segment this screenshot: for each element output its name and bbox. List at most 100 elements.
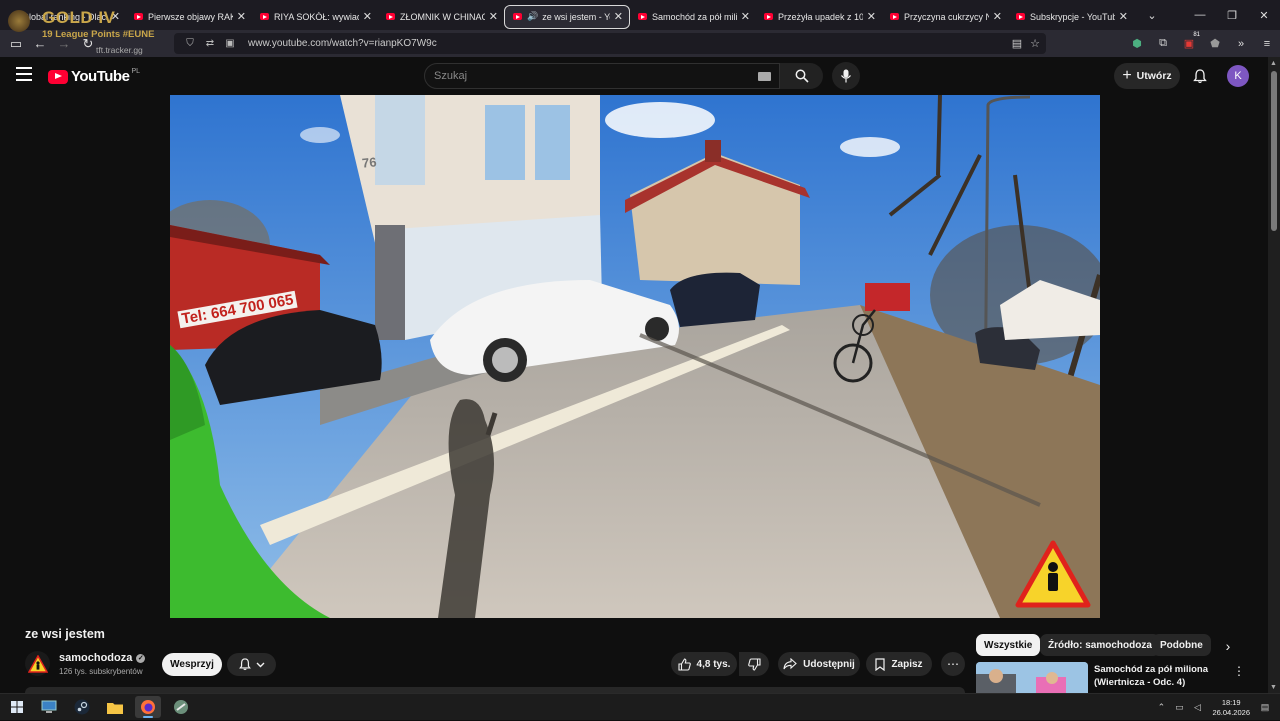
clock[interactable]: 18:19 26.04.2026 (1212, 698, 1250, 718)
forward-arrow-icon[interactable]: → (52, 32, 76, 56)
scroll-down-icon[interactable]: ▼ (1270, 684, 1277, 691)
os-taskbar: ⌃ ▭ ◁ 18:19 26.04.2026 ▤ (0, 693, 1280, 720)
permissions-icon[interactable]: ⇄ (202, 38, 218, 49)
overflow-chevron-icon[interactable]: » (1228, 30, 1254, 57)
tab-close-icon[interactable]: ✕ (867, 10, 876, 23)
video-player[interactable]: Tel: 664 700 065 76 (170, 95, 1100, 618)
verified-check-icon: ✓ (136, 653, 146, 663)
bookmark-star-icon[interactable]: ☆ (1030, 37, 1040, 50)
chevron-right-icon[interactable]: › (1219, 637, 1237, 655)
start-button-icon[interactable] (4, 696, 30, 718)
chip-all[interactable]: Wszystkie (976, 634, 1041, 656)
thumbs-up-icon (677, 657, 691, 671)
tab-close-icon[interactable]: ✕ (489, 10, 498, 23)
account-avatar[interactable]: K (1227, 65, 1249, 87)
tab-close-icon[interactable]: ✕ (111, 10, 120, 23)
subscription-notifications-button[interactable] (227, 653, 276, 676)
tab-title: RIYA SOKÓŁ: wywiad, pie (274, 11, 359, 22)
browser-tab[interactable]: Global ranking - Dlaczeg ✕ (0, 5, 126, 29)
hamburger-menu-icon[interactable] (16, 67, 32, 81)
recommendation-thumbnail[interactable] (976, 662, 1088, 693)
app-menu-icon[interactable]: ≡ (1254, 30, 1280, 57)
extensions-puzzle-icon[interactable]: ⧉ (1150, 30, 1176, 57)
minimize-icon[interactable]: — (1184, 0, 1216, 30)
search-placeholder: Szukaj (434, 70, 468, 82)
speaker-icon[interactable]: 🔊 (527, 11, 538, 22)
sidebar-toggle-icon[interactable]: ▭ (4, 32, 28, 56)
recommendation-title[interactable]: Samochód za pół miliona (Wiertnicza - Od… (1094, 663, 1226, 689)
microphone-icon (841, 69, 851, 83)
tab-close-icon[interactable]: ✕ (741, 10, 750, 23)
page-scrollbar[interactable]: ▲ ▼ (1268, 57, 1280, 693)
restore-icon[interactable]: ❐ (1216, 0, 1248, 30)
thumbs-down-icon (747, 657, 761, 671)
firefox-app-icon[interactable] (135, 696, 161, 718)
search-input[interactable]: Szukaj (424, 63, 780, 89)
reader-view-icon[interactable]: ▤ (1012, 37, 1022, 50)
tab-close-icon[interactable]: ✕ (614, 10, 623, 23)
game-app-icon[interactable] (168, 696, 194, 718)
channel-name-row[interactable]: samochodoza ✓ (59, 652, 146, 664)
extension-shield-icon[interactable]: ⬢ (1124, 30, 1150, 57)
browser-tab[interactable]: Przyczyna cukrzycy NR1. ✕ (882, 5, 1008, 29)
youtube-wordmark: YouTube (71, 68, 130, 85)
volume-icon[interactable]: ◁ (1190, 702, 1204, 713)
url-text[interactable]: www.youtube.com/watch?v=rianpKO7W9c (248, 38, 437, 49)
scrollbar-thumb[interactable] (1271, 71, 1277, 231)
privacy-badger-icon[interactable]: ⬟ (1202, 30, 1228, 57)
browser-tab[interactable]: Przeżyła upadek z 10 000 ✕ (756, 5, 882, 29)
tray-overflow-chevron-icon[interactable]: ⌃ (1154, 702, 1168, 713)
browser-tab[interactable]: Pierwsze objawy RAKA P ✕ (126, 5, 252, 29)
save-button[interactable]: Zapisz (866, 652, 932, 676)
url-bar[interactable]: ⛉ ⇄ ▣ www.youtube.com/watch?v=rianpKO7W9… (174, 33, 1046, 54)
warning-triangle-icon (27, 654, 48, 673)
computer-app-icon[interactable] (36, 696, 62, 718)
youtube-favicon-icon (513, 13, 522, 20)
search-button[interactable] (780, 63, 823, 89)
camera-blocked-icon[interactable]: ▣ (222, 38, 238, 49)
chip-source[interactable]: Źródło: samochodoza (1040, 634, 1160, 656)
share-button[interactable]: Udostępnij (778, 652, 860, 676)
youtube-favicon-icon (764, 13, 773, 20)
recommendation-menu-icon[interactable]: ⋮ (1233, 664, 1245, 678)
steam-app-icon[interactable] (69, 696, 95, 718)
file-explorer-icon[interactable] (102, 696, 128, 718)
channel-avatar[interactable] (25, 651, 50, 676)
voice-search-button[interactable] (832, 62, 860, 90)
reload-icon[interactable]: ↻ (76, 32, 100, 56)
extension-badge-icon[interactable]: ▣ 81 (1176, 30, 1202, 57)
network-icon[interactable]: ▭ (1172, 702, 1186, 713)
browser-tab[interactable]: ZŁOMNIK W CHINACH # ✕ (378, 5, 504, 29)
clock-time: 18:19 (1221, 697, 1241, 707)
keyboard-icon[interactable] (758, 72, 771, 81)
browser-tab[interactable]: RIYA SOKÓŁ: wywiad, pie ✕ (252, 5, 378, 29)
more-actions-icon[interactable]: ⋯ (941, 652, 965, 676)
notifications-bell-icon[interactable] (1190, 66, 1210, 86)
save-label: Zapisz (891, 658, 923, 670)
youtube-logo[interactable]: YouTube PL (48, 68, 140, 85)
browser-tab-active[interactable]: 🔊 ze wsi jestem - YouTu ✕ (504, 4, 630, 29)
chevron-down-icon (256, 662, 264, 667)
tab-close-icon[interactable]: ✕ (237, 10, 246, 23)
support-button[interactable]: Wesprzyj (162, 653, 222, 676)
tab-close-icon[interactable]: ✕ (363, 10, 372, 23)
chip-related[interactable]: Podobne (1152, 634, 1211, 656)
tab-list-chevron-icon[interactable]: ⌄ (1142, 9, 1162, 22)
tab-title: ze wsi jestem - YouTu (542, 11, 610, 22)
channel-name[interactable]: samochodoza (59, 652, 132, 664)
browser-tab[interactable]: Subskrypcje - YouTube ✕ (1008, 5, 1134, 29)
scroll-up-icon[interactable]: ▲ (1270, 60, 1277, 67)
like-button[interactable]: 4,8 tys. (671, 652, 737, 676)
subscriber-count: 126 tys. subskrybentów (59, 667, 143, 676)
back-arrow-icon[interactable]: ← (28, 32, 52, 56)
youtube-header: YouTube PL Szukaj + Utwórz K (0, 57, 1268, 95)
tab-close-icon[interactable]: ✕ (1119, 10, 1128, 23)
create-button[interactable]: + Utwórz (1114, 63, 1180, 89)
close-window-icon[interactable]: ✕ (1248, 0, 1280, 30)
browser-tab[interactable]: Samochód za pół miliona ✕ (630, 5, 756, 29)
dislike-button[interactable] (739, 652, 769, 676)
share-label: Udostępnij (803, 658, 855, 670)
tracking-shield-icon[interactable]: ⛉ (182, 38, 198, 49)
notifications-icon[interactable]: ▤ (1258, 702, 1272, 713)
tab-close-icon[interactable]: ✕ (993, 10, 1002, 23)
